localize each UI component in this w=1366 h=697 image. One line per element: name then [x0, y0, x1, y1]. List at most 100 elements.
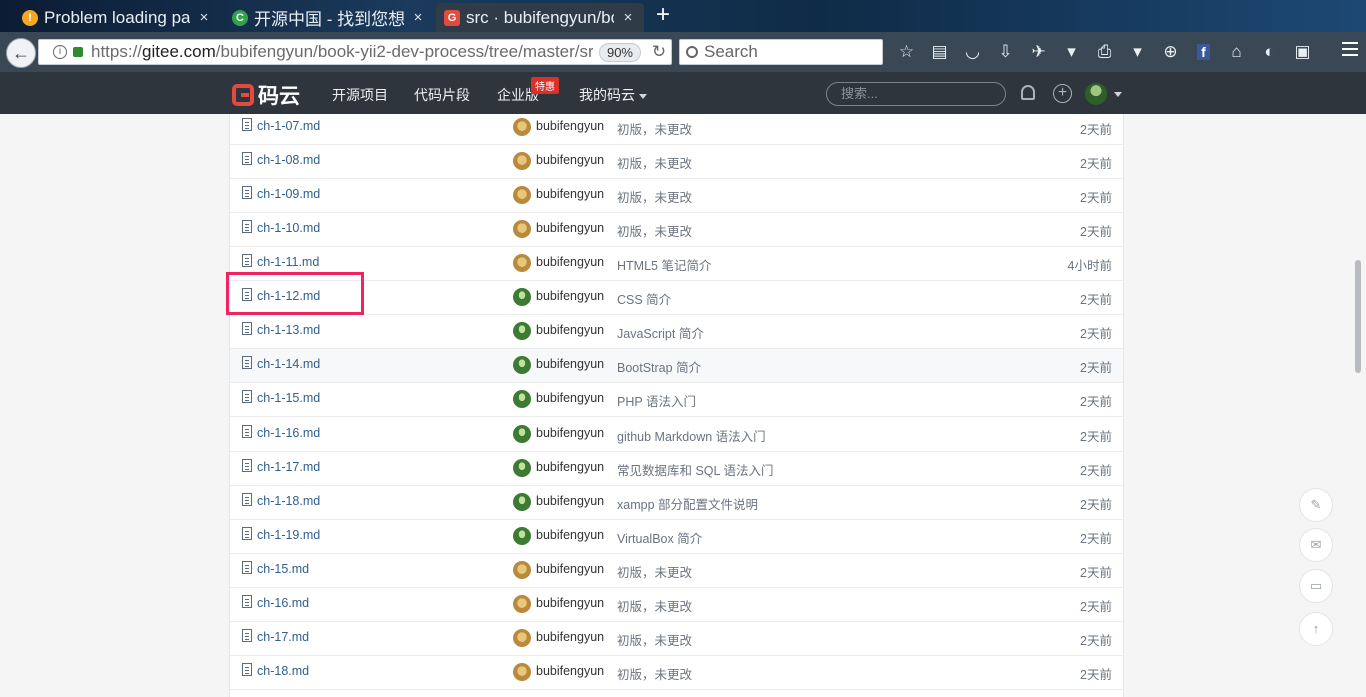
hamburger-menu-icon[interactable]	[1342, 42, 1358, 56]
commit-message[interactable]: xampp 部分配置文件说明	[617, 494, 758, 513]
new-tab-button[interactable]: +	[650, 3, 676, 29]
author-name[interactable]: bubifengyun	[536, 596, 604, 610]
author-avatar[interactable]	[513, 594, 531, 613]
back-button[interactable]: ←	[6, 38, 36, 68]
file-name-link[interactable]: ch-1-14.md	[257, 357, 320, 371]
author-avatar[interactable]	[513, 560, 531, 579]
author-name[interactable]: bubifengyun	[536, 289, 604, 303]
file-name-link[interactable]: ch-18.md	[257, 664, 309, 678]
commit-message[interactable]: 初版，未更改	[617, 596, 692, 615]
author-name[interactable]: bubifengyun	[536, 255, 604, 269]
commit-message[interactable]: BootStrap 简介	[617, 357, 701, 376]
commit-message[interactable]: 初版，未更改	[617, 187, 692, 206]
commit-message[interactable]: 常见数据库和 SQL 语法入门	[617, 460, 774, 479]
tab-problem-loading[interactable]: ! Problem loading page ×	[14, 3, 220, 32]
author-avatar[interactable]	[513, 288, 531, 307]
addon-icon[interactable]: ✈	[1022, 40, 1055, 64]
commit-message[interactable]: 初版，未更改	[617, 119, 692, 138]
nav-my-gitee[interactable]: 我的码云	[579, 85, 647, 105]
author-name[interactable]: bubifengyun	[536, 357, 604, 371]
table-row[interactable]: ch-1-15.md bubifengyun PHP 语法入门 2天前	[230, 383, 1123, 418]
table-row[interactable]: ch-1-19.md bubifengyun VirtualBox 简介 2天前	[230, 520, 1123, 554]
commit-message[interactable]: 初版，未更改	[617, 630, 692, 649]
author-name[interactable]: bubifengyun	[536, 562, 604, 576]
download-icon[interactable]: ⇩	[989, 40, 1022, 64]
reading-list-icon[interactable]: ▤	[923, 40, 956, 64]
commit-message[interactable]: CSS 简介	[617, 289, 671, 308]
file-name-link[interactable]: ch-1-19.md	[257, 528, 320, 542]
commit-message[interactable]: 初版，未更改	[617, 153, 692, 172]
address-bar[interactable]: i https://gitee.com/bubifengyun/book-yii…	[38, 39, 672, 65]
dropdown-icon[interactable]: ▾	[1055, 40, 1088, 64]
table-row[interactable]: ch-1-07.md bubifengyun 初版，未更改 2天前	[230, 114, 1123, 145]
author-avatar[interactable]	[513, 662, 531, 681]
table-row[interactable]: ch-1-17.md bubifengyun 常见数据库和 SQL 语法入门 2天前	[230, 452, 1123, 486]
file-name-link[interactable]: ch-17.md	[257, 630, 309, 644]
commit-message[interactable]: 初版，未更改	[617, 221, 692, 240]
author-avatar[interactable]	[513, 356, 531, 375]
author-name[interactable]: bubifengyun	[536, 460, 604, 474]
comment-icon[interactable]: ▭	[1299, 569, 1333, 603]
dropdown-icon[interactable]: ▾	[1121, 40, 1154, 64]
table-row[interactable]: ch-17.md bubifengyun 初版，未更改 2天前	[230, 622, 1123, 656]
file-name-link[interactable]: ch-1-13.md	[257, 323, 320, 337]
file-name-link[interactable]: ch-16.md	[257, 596, 309, 610]
browser-search-box[interactable]: Search	[679, 39, 883, 65]
pocket-icon[interactable]: ◡	[956, 40, 989, 64]
commit-message[interactable]: VirtualBox 简介	[617, 528, 702, 547]
commit-message[interactable]: 初版，未更改	[617, 664, 692, 683]
file-name-link[interactable]: ch-1-10.md	[257, 221, 320, 235]
table-row[interactable]: ch-1-10.md bubifengyun 初版，未更改 2天前	[230, 213, 1123, 248]
chevron-down-icon[interactable]	[1114, 92, 1122, 97]
commit-message[interactable]: PHP 语法入门	[617, 391, 696, 410]
plus-icon[interactable]: +	[1053, 84, 1072, 103]
commit-message[interactable]: 初版，未更改	[617, 562, 692, 581]
author-avatar[interactable]	[513, 458, 531, 477]
author-avatar[interactable]	[513, 186, 531, 205]
info-icon[interactable]: i	[53, 45, 67, 59]
print-icon[interactable]: ⎙	[1088, 40, 1121, 64]
bookmark-star-icon[interactable]: ☆	[890, 40, 923, 64]
author-name[interactable]: bubifengyun	[536, 187, 604, 201]
home-icon[interactable]: ⌂	[1220, 40, 1253, 64]
table-row[interactable]: ch-1-13.md bubifengyun JavaScript 简介 2天前	[230, 315, 1123, 350]
nav-open-source[interactable]: 开源项目	[332, 85, 388, 105]
table-row[interactable]: ch-18.md bubifengyun 初版，未更改 2天前	[230, 656, 1123, 690]
author-name[interactable]: bubifengyun	[536, 528, 604, 542]
author-name[interactable]: bubifengyun	[536, 153, 604, 167]
commit-message[interactable]: github Markdown 语法入门	[617, 426, 766, 445]
author-avatar[interactable]	[513, 390, 531, 409]
site-search-input[interactable]: 搜索...	[826, 82, 1006, 106]
table-row[interactable]: ch-16.md bubifengyun 初版，未更改 2天前	[230, 588, 1123, 622]
edit-icon[interactable]: ✎	[1299, 488, 1333, 522]
table-row[interactable]: ch-1-18.md bubifengyun xampp 部分配置文件说明 2天前	[230, 486, 1123, 520]
file-name-link[interactable]: ch-1-18.md	[257, 494, 320, 508]
author-avatar[interactable]	[513, 628, 531, 647]
author-name[interactable]: bubifengyun	[536, 391, 604, 405]
file-name-link[interactable]: ch-1-07.md	[257, 119, 320, 133]
author-avatar[interactable]	[513, 424, 531, 443]
nav-code-snippets[interactable]: 代码片段	[414, 85, 470, 105]
close-icon[interactable]: ×	[620, 9, 636, 26]
author-name[interactable]: bubifengyun	[536, 664, 604, 678]
author-avatar[interactable]	[513, 118, 531, 136]
sync-icon[interactable]: ◐	[1253, 40, 1286, 64]
file-name-link[interactable]: ch-15.md	[257, 562, 309, 576]
author-avatar[interactable]	[513, 152, 531, 171]
table-row[interactable]: ch-1-09.md bubifengyun 初版，未更改 2天前	[230, 179, 1123, 214]
author-avatar[interactable]	[513, 254, 531, 273]
extension-icon[interactable]: ▣	[1286, 40, 1319, 64]
file-name-link[interactable]: ch-1-08.md	[257, 153, 320, 167]
file-name-link[interactable]: ch-1-09.md	[257, 187, 320, 201]
file-name-link[interactable]: ch-1-17.md	[257, 460, 320, 474]
facebook-icon[interactable]: f	[1187, 40, 1220, 64]
author-avatar[interactable]	[513, 492, 531, 511]
mail-icon[interactable]: ✉	[1299, 528, 1333, 562]
avatar[interactable]	[1085, 83, 1107, 105]
table-row[interactable]: ch-1-14.md bubifengyun BootStrap 简介 2天前	[230, 349, 1123, 384]
file-name-link[interactable]: ch-1-16.md	[257, 426, 320, 440]
author-avatar[interactable]	[513, 220, 531, 239]
tab-oschina[interactable]: C 开源中国 - 找到您想要的开源项目 ×	[224, 3, 434, 32]
author-name[interactable]: bubifengyun	[536, 630, 604, 644]
commit-message[interactable]: HTML5 笔记简介	[617, 255, 711, 274]
